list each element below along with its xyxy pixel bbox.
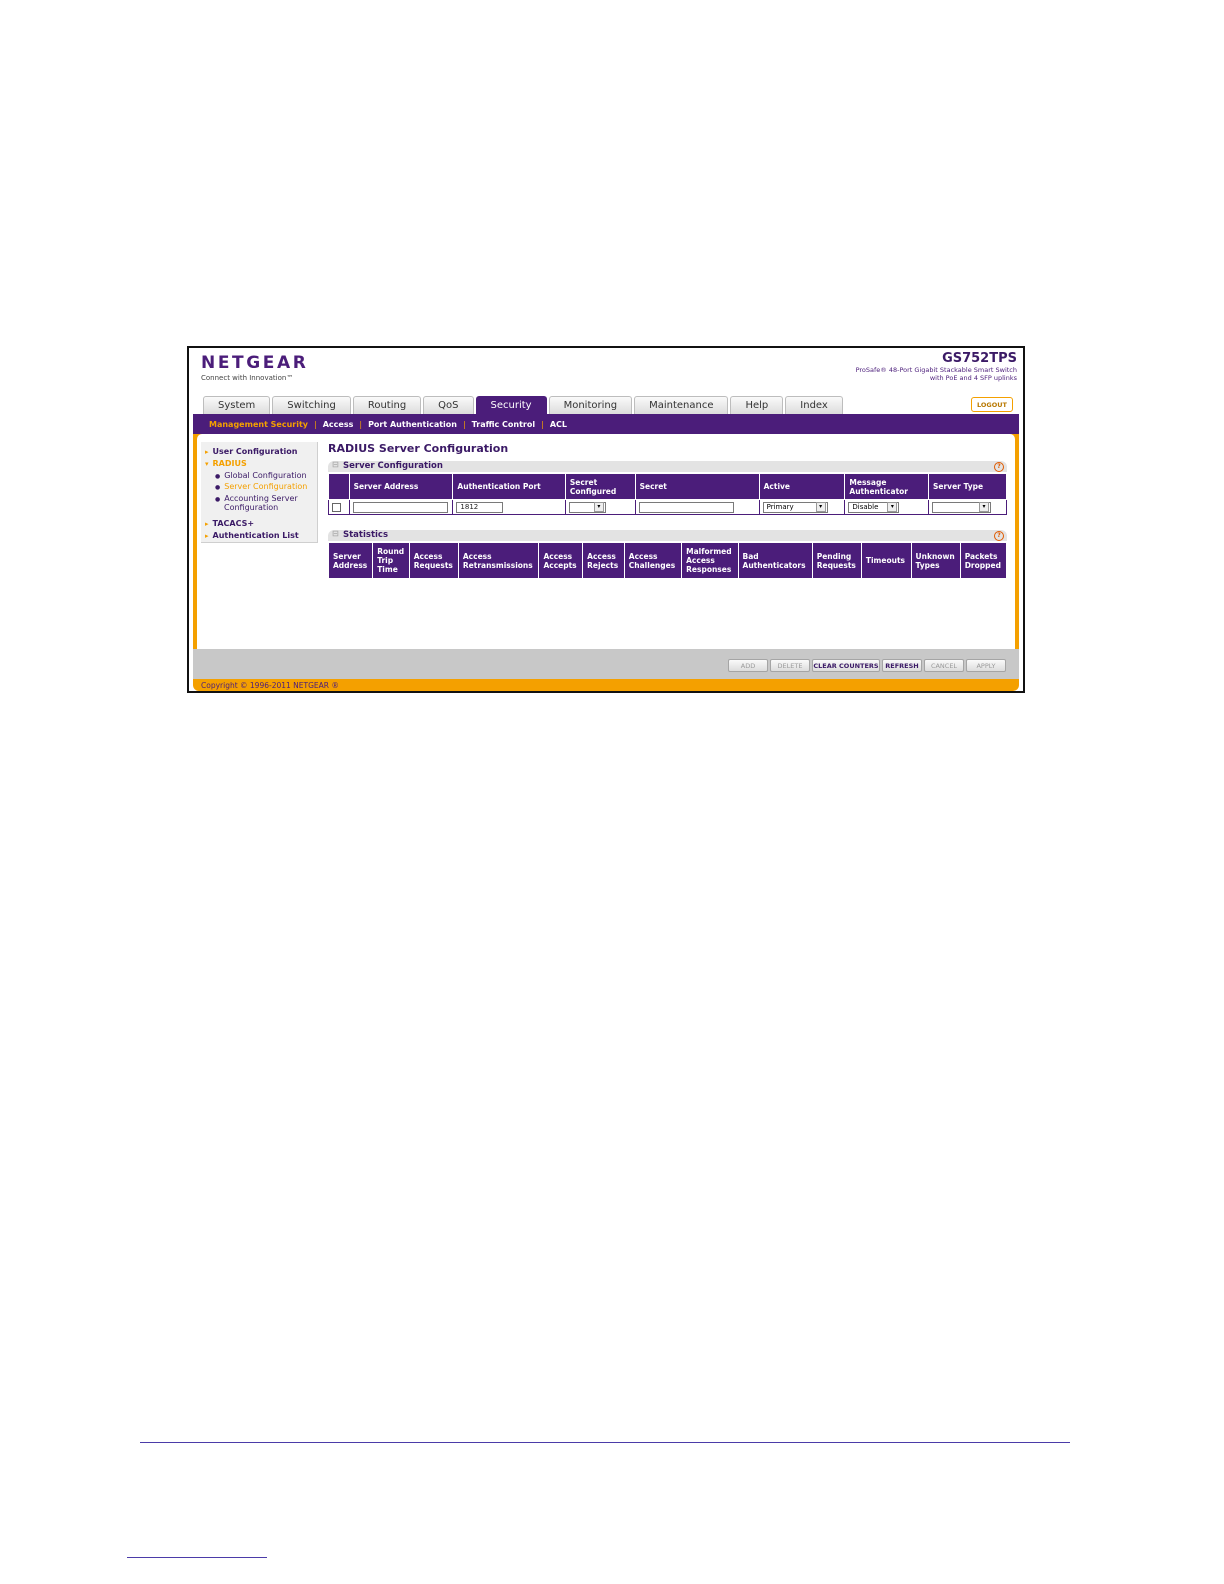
column-header: Packets Dropped [959,542,1008,579]
sidebar-item-accounting-server-configuration[interactable]: ● Accounting Server Configuration [215,494,298,512]
server-configuration-header: ⊟ Server Configuration ? [328,460,1007,472]
collapse-icon[interactable]: ⊟ [332,460,339,469]
triangle-right-icon: ▸ [205,448,209,456]
bullet-icon: ● [215,473,221,480]
brand-tagline: Connect with Innovation™ [201,374,294,382]
subnav-traffic-control[interactable]: Traffic Control [472,420,535,429]
app-window: NETGEAR Connect with Innovation™ GS752TP… [187,346,1025,693]
column-header: Access Accepts [538,542,584,579]
bullet-icon: ● [215,496,221,503]
chevron-down-icon: ▾ [979,502,989,512]
authentication-port-input[interactable]: 1812 [456,501,504,513]
tab-monitoring[interactable]: Monitoring [548,396,633,414]
brand: NETGEAR Connect with Innovation™ [201,354,308,382]
tab-security[interactable]: Security [475,396,547,414]
column-header: Round Trip Time [372,542,410,579]
triangle-right-icon: ▸ [205,532,209,540]
column-header: Message Authenticator [844,473,929,500]
delete-button[interactable]: DELETE [770,659,810,672]
bullet-icon: ● [215,484,221,491]
footer-link-underline [127,1557,267,1558]
section-title: Statistics [343,530,389,540]
column-header: Bad Authenticators [737,542,813,579]
column-header: Access Rejects [582,542,625,579]
tab-help[interactable]: Help [730,396,784,414]
subnav-access[interactable]: Access [323,420,354,429]
column-header: Server Type [928,473,1007,500]
active-select[interactable]: Primary ▾ [762,501,828,513]
secret-configured-select[interactable]: ▾ [568,501,606,513]
help-icon[interactable]: ? [994,531,1004,541]
column-header: Secret Configured [564,473,636,500]
statistics-table: Server Address Round Trip Time Access Re… [327,542,1008,579]
column-header: Unknown Types [910,542,961,579]
secret-input[interactable] [638,501,734,513]
triangle-down-icon: ▾ [205,460,209,468]
cancel-button[interactable]: CANCEL [924,659,964,672]
sidebar: ▸ User Configuration ▾ RADIUS ● Global Conf… [201,442,318,543]
sidebar-item-tacacs[interactable]: ▸ TACACS+ [205,519,254,528]
tab-system[interactable]: System [203,396,271,414]
chevron-down-icon: ▾ [593,502,604,512]
subnav-acl[interactable]: ACL [550,420,567,429]
column-header: Authentication Port [452,473,566,500]
tab-switching[interactable]: Switching [272,396,351,414]
row-checkbox[interactable] [332,502,341,512]
model-description-2: with PoE and 4 SFP uplinks [929,374,1017,382]
tab-index[interactable]: Index [785,396,843,414]
button-bar: ADD DELETE CLEAR COUNTERS REFRESH CANCEL… [193,649,1019,679]
page-title: RADIUS Server Configuration [328,442,509,455]
model-name: GS752TPS [942,351,1017,366]
column-header: Timeouts [860,542,912,579]
subnav-port-authentication[interactable]: Port Authentication [368,420,457,429]
column-header: Pending Requests [811,542,862,579]
tab-qos[interactable]: QoS [423,396,474,414]
chevron-down-icon: ▾ [887,502,898,512]
sidebar-item-authentication-list[interactable]: ▸ Authentication List [205,531,299,540]
column-header: Access Requests [408,542,459,579]
column-header: Secret [634,473,760,500]
subnav-management-security[interactable]: Management Security [209,420,308,429]
apply-button[interactable]: APPLY [966,659,1006,672]
column-header: Access Challenges [623,542,683,579]
triangle-right-icon: ▸ [205,520,209,528]
sub-navigation: Management Security | Access | Port Auth… [193,414,1019,434]
column-header: Access Retransmissions [457,542,540,579]
collapse-icon[interactable]: ⊟ [332,529,339,538]
statistics-header: ⊟ Statistics ? [328,529,1007,541]
netgear-logo: NETGEAR [201,353,309,373]
chevron-down-icon: ▾ [815,502,826,512]
message-authenticator-select[interactable]: Disable ▾ [848,501,900,513]
server-address-input[interactable] [352,501,448,513]
sidebar-item-user-configuration[interactable]: ▸ User Configuration [205,447,297,456]
clear-counters-button[interactable]: CLEAR COUNTERS [812,659,880,672]
server-configuration-table: Server Address Authentication Port Secre… [328,473,1007,515]
column-header: Malformed Access Responses [681,542,739,579]
main-tabs: System Switching Routing QoS Security Mo… [203,396,843,414]
logout-button[interactable]: LOGOUT [971,397,1013,412]
main-content: ▸ User Configuration ▾ RADIUS ● Global Conf… [197,434,1015,649]
column-header: Active [758,473,846,500]
column-header: Server Address [327,542,374,579]
select-column-header [328,473,350,500]
add-button[interactable]: ADD [728,659,768,672]
column-header: Server Address [348,473,454,500]
sidebar-item-global-configuration[interactable]: ● Global Configuration [215,471,307,480]
help-icon[interactable]: ? [994,462,1004,472]
model-description: ProSafe® 48-Port Gigabit Stackable Smart… [855,366,1017,374]
tab-routing[interactable]: Routing [352,396,422,414]
sidebar-item-server-configuration[interactable]: ● Server Configuration [215,482,307,491]
refresh-button[interactable]: REFRESH [882,659,922,672]
page-divider [140,1442,1070,1443]
tab-maintenance[interactable]: Maintenance [634,396,729,414]
section-title: Server Configuration [343,461,443,471]
server-type-select[interactable]: ▾ [932,501,991,513]
sidebar-item-radius[interactable]: ▾ RADIUS [205,459,247,468]
table-row: 1812 ▾ Primary ▾ Disable ▾ ▾ [328,499,1007,515]
model-info: GS752TPS ProSafe® 48-Port Gigabit Stacka… [856,351,1017,382]
copyright: Copyright © 1996-2011 NETGEAR ® [201,681,339,690]
